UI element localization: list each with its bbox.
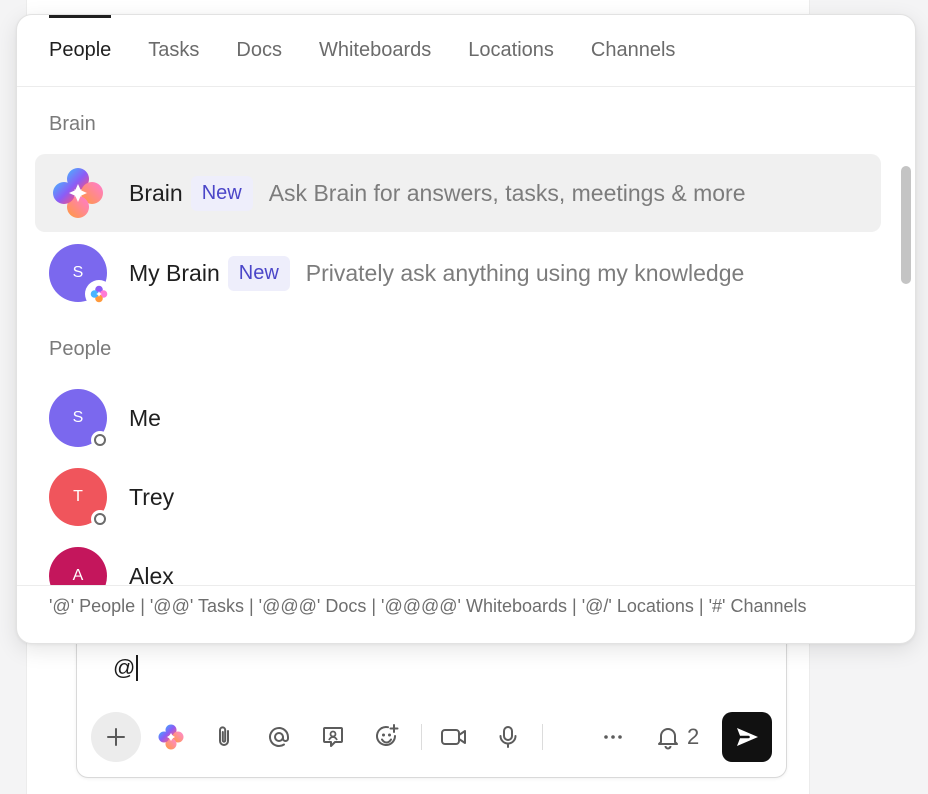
avatar: S (49, 389, 109, 449)
mention-item-description: Privately ask anything using my knowledg… (305, 259, 745, 286)
mention-item-name: My Brain (129, 259, 220, 286)
mention-item-brain[interactable]: Brain New Ask Brain for answers, tasks, … (35, 154, 881, 232)
scrollbar[interactable] (897, 87, 915, 585)
avatar-initial: T (73, 488, 83, 505)
mention-popup: People Tasks Docs Whiteboards Locations … (16, 14, 916, 644)
emoji-icon (376, 724, 399, 746)
tab-people[interactable]: People (49, 15, 112, 87)
tab-tasks[interactable]: Tasks (148, 15, 199, 87)
more-button[interactable] (591, 715, 635, 759)
composer-toolbar: 2 (91, 711, 772, 763)
add-button[interactable] (91, 712, 141, 762)
plus-icon (107, 728, 125, 746)
mention-results-list: Brain Brain New Ask Brain for answers, t… (17, 87, 897, 585)
at-icon (269, 727, 289, 747)
mention-button[interactable] (257, 715, 301, 759)
section-heading-people: People (49, 338, 112, 360)
person-name: Trey (129, 483, 175, 510)
status-indicator (91, 431, 109, 449)
brain-button[interactable] (149, 715, 193, 759)
avatar-initial: A (72, 567, 84, 584)
more-icon (604, 735, 622, 739)
attach-button[interactable] (203, 715, 247, 759)
new-badge: New (227, 255, 290, 291)
emoji-button[interactable] (365, 715, 409, 759)
tab-docs[interactable]: Docs (236, 15, 282, 87)
bell-icon (658, 728, 678, 750)
send-button[interactable] (722, 712, 772, 762)
followers-button[interactable]: 2 (655, 724, 699, 750)
new-badge: New (190, 175, 253, 211)
mention-item-my-brain[interactable]: S My Brain New Privately ask anything us… (35, 234, 881, 312)
text-caret (136, 655, 139, 681)
person-name: Alex (129, 562, 174, 586)
microphone-button[interactable] (486, 715, 530, 759)
tab-locations[interactable]: Locations (468, 15, 554, 87)
tab-whiteboards[interactable]: Whiteboards (319, 15, 431, 87)
follower-count: 2 (687, 724, 700, 749)
scrollbar-thumb[interactable] (901, 166, 911, 284)
person-name: Me (129, 404, 161, 431)
clip-message-icon (323, 727, 343, 747)
composer-input[interactable]: @ (113, 655, 139, 681)
microphone-icon (499, 726, 517, 748)
clip-button[interactable] (311, 715, 355, 759)
avatar: S (49, 244, 113, 308)
avatar: A (49, 547, 107, 585)
mention-item-name: Brain (129, 179, 183, 206)
paperclip-icon (219, 726, 229, 746)
mention-item-person[interactable]: S Me (35, 379, 881, 457)
toolbar-divider (542, 724, 543, 750)
video-icon (441, 729, 466, 745)
brain-icon (158, 724, 184, 750)
mention-item-person[interactable]: T Trey (35, 458, 881, 536)
composer-text: @ (113, 655, 136, 680)
mention-tabs: People Tasks Docs Whiteboards Locations … (17, 15, 915, 87)
avatar-initial: S (72, 264, 84, 281)
send-icon (737, 728, 758, 746)
brain-icon (53, 168, 103, 218)
avatar: T (49, 468, 109, 528)
mention-shortcut-hint: '@' People | '@@' Tasks | '@@@' Docs | '… (17, 585, 915, 643)
mention-item-person[interactable]: A Alex (35, 537, 881, 585)
status-indicator (91, 510, 109, 528)
brain-avatar (49, 164, 107, 222)
section-heading-brain: Brain (49, 113, 96, 135)
video-button[interactable] (432, 715, 476, 759)
mention-item-description: Ask Brain for answers, tasks, meetings &… (268, 179, 746, 206)
avatar-initial: S (72, 409, 84, 426)
brain-badge-icon (85, 280, 113, 308)
tab-channels[interactable]: Channels (591, 15, 676, 87)
toolbar-divider (421, 724, 422, 750)
